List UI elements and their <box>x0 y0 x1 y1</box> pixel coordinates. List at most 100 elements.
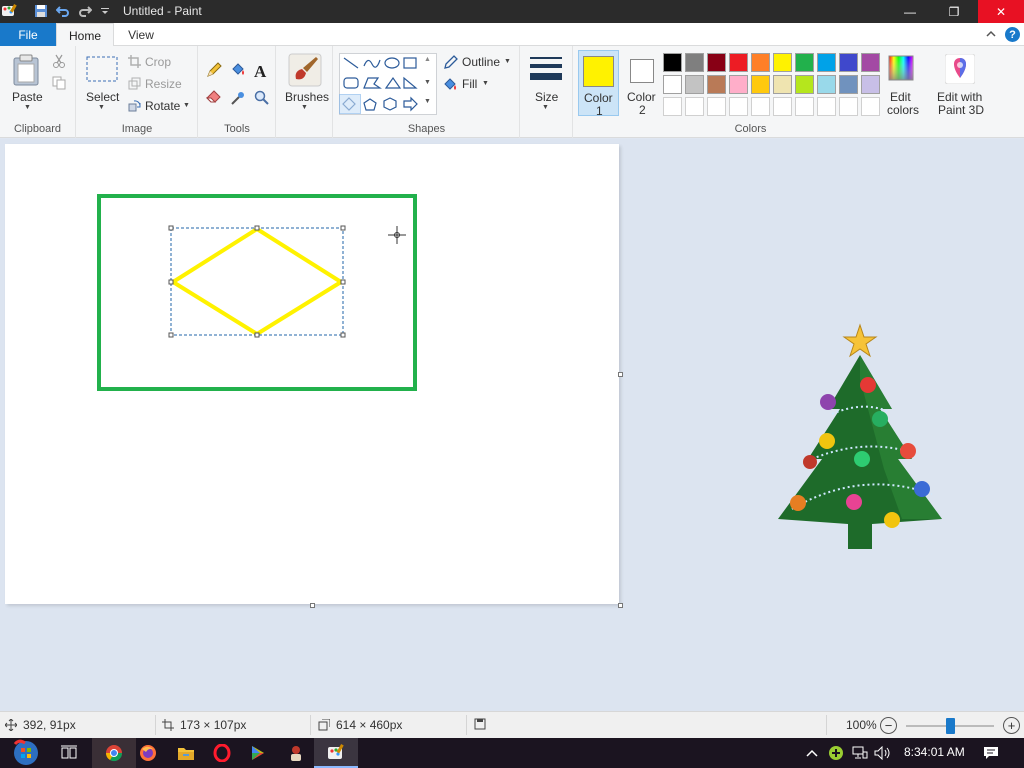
task-view-icon[interactable] <box>48 738 92 768</box>
select-icon[interactable] <box>86 56 118 82</box>
palette-custom-slot[interactable] <box>861 97 880 116</box>
palette-color-swatch[interactable] <box>663 53 682 72</box>
tray-app-icon[interactable] <box>826 738 846 768</box>
paste-button[interactable]: Paste <box>12 90 43 104</box>
rotate-dropdown-icon[interactable]: ▼ <box>183 102 190 109</box>
undo-icon[interactable] <box>54 2 72 20</box>
edit-colors-label-line2[interactable]: colors <box>887 103 919 117</box>
tray-overflow-icon[interactable] <box>802 738 822 768</box>
palette-color-swatch[interactable] <box>729 53 748 72</box>
palette-color-swatch[interactable] <box>773 53 792 72</box>
start-button[interactable] <box>4 738 48 768</box>
game-taskbar-icon[interactable] <box>274 738 318 768</box>
maximize-button[interactable]: ❐ <box>938 0 970 23</box>
crop-icon[interactable] <box>128 55 141 68</box>
palette-custom-slot[interactable] <box>663 97 682 116</box>
edit-colors-label-line1[interactable]: Edit <box>890 90 911 104</box>
paint3d-icon[interactable] <box>945 54 975 84</box>
palette-color-swatch[interactable] <box>861 75 880 94</box>
palette-color-swatch[interactable] <box>817 75 836 94</box>
redo-icon[interactable] <box>76 2 94 20</box>
rotate-button[interactable]: Rotate <box>145 99 180 113</box>
eraser-icon[interactable] <box>206 90 222 104</box>
volume-icon[interactable] <box>872 738 894 768</box>
palette-color-swatch[interactable] <box>729 75 748 94</box>
palette-color-swatch[interactable] <box>685 53 704 72</box>
palette-custom-slot[interactable] <box>773 97 792 116</box>
action-center-icon[interactable] <box>978 738 1004 768</box>
shapes-scroll-up-icon[interactable]: ▲ <box>424 56 431 63</box>
canvas-resize-handle-corner[interactable] <box>618 603 623 608</box>
palette-color-swatch[interactable] <box>839 53 858 72</box>
color-picker-icon[interactable] <box>230 90 246 106</box>
size-button[interactable]: Size <box>535 90 558 104</box>
palette-color-swatch[interactable] <box>751 53 770 72</box>
fill-bucket-icon[interactable] <box>230 62 246 78</box>
close-button[interactable]: ✕ <box>978 0 1024 23</box>
paint3d-label-line1[interactable]: Edit with <box>937 90 982 104</box>
fill-button[interactable]: Fill <box>462 77 477 91</box>
outline-icon[interactable] <box>443 55 458 70</box>
palette-color-swatch[interactable] <box>773 75 792 94</box>
magnifier-icon[interactable] <box>254 90 270 106</box>
resize-icon[interactable] <box>128 77 141 90</box>
fill-dropdown-icon[interactable]: ▼ <box>482 80 489 87</box>
palette-color-swatch[interactable] <box>663 75 682 94</box>
shape-selection-box[interactable] <box>170 227 344 336</box>
zoom-in-button[interactable]: + <box>1003 717 1020 734</box>
palette-color-swatch[interactable] <box>795 53 814 72</box>
fill-icon[interactable] <box>443 77 458 92</box>
outline-dropdown-icon[interactable]: ▼ <box>504 58 511 65</box>
palette-color-swatch[interactable] <box>707 75 726 94</box>
size-icon[interactable] <box>530 56 562 82</box>
selection-handles[interactable] <box>168 225 346 338</box>
drawing-canvas[interactable] <box>5 144 619 604</box>
palette-custom-slot[interactable] <box>729 97 748 116</box>
tab-file[interactable]: File <box>0 23 56 46</box>
palette-custom-slot[interactable] <box>751 97 770 116</box>
network-icon[interactable] <box>850 738 870 768</box>
taskbar-clock[interactable]: 8:34:01 AM <box>904 745 965 759</box>
paint3d-label-line2[interactable]: Paint 3D <box>938 103 984 117</box>
palette-color-swatch[interactable] <box>707 53 726 72</box>
palette-color-swatch[interactable] <box>839 75 858 94</box>
zoom-slider-thumb[interactable] <box>946 718 955 734</box>
paste-icon[interactable] <box>12 54 40 86</box>
quick-access-dropdown-icon[interactable] <box>96 2 114 20</box>
outline-button[interactable]: Outline <box>462 55 500 69</box>
select-dropdown-icon[interactable]: ▼ <box>98 104 105 111</box>
palette-custom-slot[interactable] <box>839 97 858 116</box>
color2-button[interactable]: Color 2 <box>622 50 663 117</box>
save-icon[interactable] <box>32 2 50 20</box>
help-button[interactable]: ? <box>1005 27 1020 42</box>
palette-color-swatch[interactable] <box>795 75 814 94</box>
select-button[interactable]: Select <box>86 90 119 104</box>
resize-button[interactable]: Resize <box>145 77 182 91</box>
palette-custom-slot[interactable] <box>817 97 836 116</box>
brushes-dropdown-icon[interactable]: ▼ <box>301 104 308 111</box>
brushes-button[interactable]: Brushes <box>285 90 329 104</box>
palette-color-swatch[interactable] <box>861 53 880 72</box>
cut-icon[interactable] <box>52 54 66 68</box>
tab-view[interactable]: View <box>116 23 166 46</box>
pencil-icon[interactable] <box>206 62 222 78</box>
paste-dropdown-icon[interactable]: ▼ <box>24 104 31 111</box>
canvas-resize-handle-right[interactable] <box>618 372 623 377</box>
text-icon[interactable]: A <box>254 62 266 82</box>
rotate-icon[interactable] <box>128 99 141 112</box>
collapse-ribbon-icon[interactable] <box>984 27 998 41</box>
palette-color-swatch[interactable] <box>685 75 704 94</box>
shapes-scroll-down-icon[interactable]: ▼ <box>424 79 431 86</box>
crop-button[interactable]: Crop <box>145 55 171 69</box>
brushes-icon[interactable] <box>288 53 322 87</box>
zoom-out-button[interactable]: − <box>880 717 897 734</box>
tab-home[interactable]: Home <box>56 23 114 47</box>
paint-taskbar-icon[interactable] <box>314 738 358 768</box>
diamond-shape-selected[interactable] <box>339 94 361 114</box>
canvas-resize-handle-bottom[interactable] <box>310 603 315 608</box>
palette-color-swatch[interactable] <box>751 75 770 94</box>
paint-app-icon[interactable] <box>0 2 18 20</box>
palette-custom-slot[interactable] <box>795 97 814 116</box>
edit-colors-icon[interactable] <box>888 55 914 81</box>
minimize-button[interactable]: — <box>894 0 926 23</box>
